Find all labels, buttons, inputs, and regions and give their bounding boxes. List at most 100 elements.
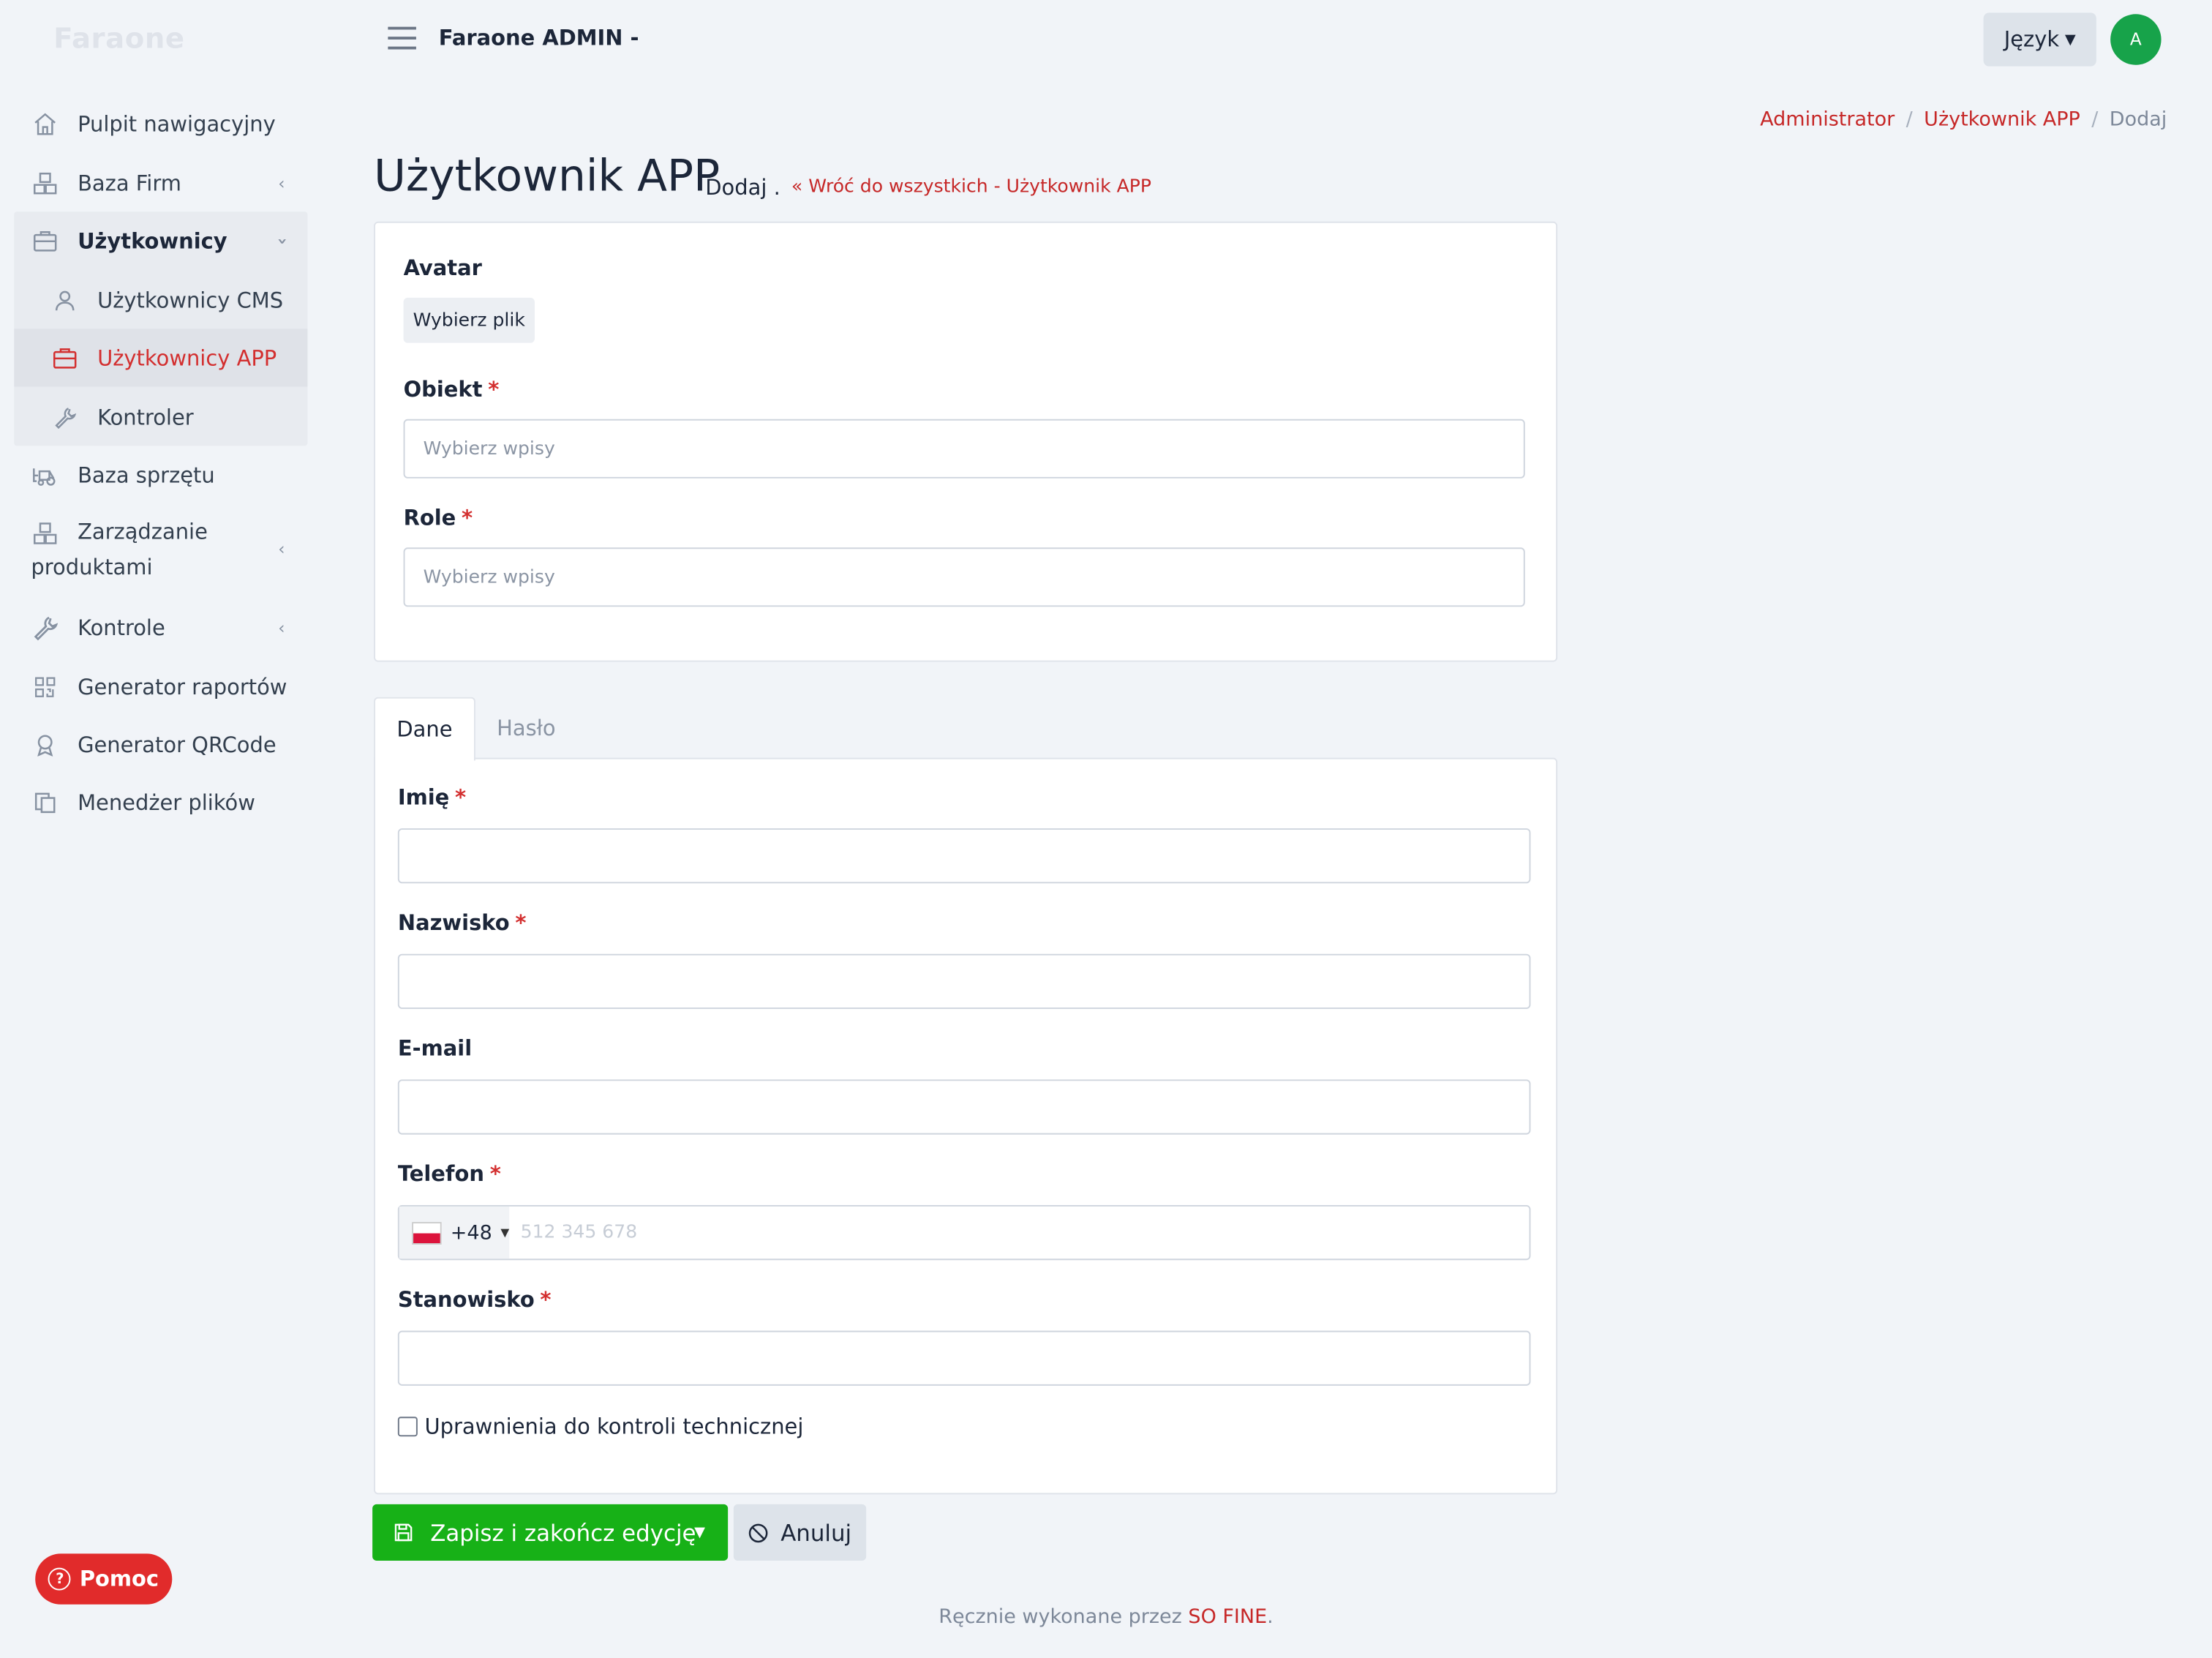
chevron-down-icon: ‹ bbox=[271, 238, 292, 245]
sidebar-item-label: Baza sprzętu bbox=[78, 462, 215, 489]
choose-file-button[interactable]: Wybierz plik bbox=[403, 297, 535, 343]
tab-dane[interactable]: Dane bbox=[374, 697, 475, 761]
sidebar-item-qrcode[interactable]: Generator QRCode bbox=[31, 729, 307, 760]
page: Faraone Pulpit nawigacyjny Baza Firm ‹ U… bbox=[0, 0, 2212, 1658]
technical-inspection-permission[interactable]: Uprawnienia do kontroli technicznej bbox=[397, 1414, 804, 1440]
sidebar-item-label: Użytkownicy APP bbox=[97, 345, 277, 372]
role-select[interactable]: Wybierz wpisy bbox=[403, 547, 1525, 607]
email-input[interactable] bbox=[397, 1079, 1531, 1135]
first-name-label: Imię * bbox=[398, 784, 466, 810]
required-mark: * bbox=[515, 909, 527, 936]
question-icon: ? bbox=[48, 1567, 72, 1591]
object-label-text: Obiekt bbox=[403, 376, 483, 402]
forklift-icon bbox=[31, 462, 59, 490]
role-select-placeholder: Wybierz wpisy bbox=[423, 566, 555, 588]
breadcrumb-separator: / bbox=[1906, 108, 1913, 132]
sidebar-item-equipment[interactable]: Baza sprzętu bbox=[31, 460, 307, 491]
footer-end: . bbox=[1267, 1605, 1274, 1629]
checkbox-label: Uprawnienia do kontroli technicznej bbox=[424, 1414, 804, 1440]
sidebar-item-users[interactable]: Użytkownicy ‹ bbox=[31, 226, 307, 257]
avatar-label: Avatar bbox=[403, 255, 482, 281]
sidebar-item-label: Zarządzanie produktami bbox=[31, 519, 208, 580]
caret-down-icon: ▼ bbox=[500, 1226, 510, 1239]
sidebar-item-label: Generator QRCode bbox=[78, 732, 276, 758]
app-title: Faraone ADMIN - bbox=[438, 25, 639, 51]
sidebar-item-products[interactable]: Zarządzanie produktami ‹ bbox=[31, 519, 307, 582]
sidebar-item-label: Kontroler bbox=[97, 405, 194, 431]
breadcrumb: Administrator / Użytkownik APP / Dodaj bbox=[1760, 108, 2167, 131]
save-and-finish-button[interactable]: Zapisz i zakończ edycję ▼ bbox=[372, 1504, 729, 1561]
footer-brand-link[interactable]: SO FINE bbox=[1188, 1606, 1267, 1629]
help-button-label: Pomoc bbox=[79, 1566, 159, 1592]
qr-icon bbox=[31, 673, 59, 702]
sidebar-item-companies[interactable]: Baza Firm ‹ bbox=[31, 168, 307, 198]
chevron-left-icon: ‹ bbox=[278, 618, 285, 638]
last-name-label: Nazwisko * bbox=[398, 910, 527, 936]
required-mark: * bbox=[488, 376, 500, 402]
save-options-dropdown[interactable]: ▼ bbox=[672, 1504, 728, 1561]
sidebar-item-label: Użytkownicy CMS bbox=[97, 288, 284, 314]
required-mark: * bbox=[489, 1161, 501, 1187]
sidebar-item-label: Użytkownicy bbox=[78, 228, 227, 255]
language-label: Język bbox=[2004, 26, 2060, 53]
sidebar-item-users-cms[interactable]: Użytkownicy CMS bbox=[50, 285, 327, 316]
tab-haslo[interactable]: Hasło bbox=[475, 697, 577, 759]
page-title: Użytkownik APP bbox=[374, 151, 721, 202]
ban-icon bbox=[748, 1522, 770, 1543]
wrench-icon bbox=[31, 614, 59, 642]
breadcrumb-item-current: Dodaj bbox=[2109, 108, 2167, 132]
last-name-input[interactable] bbox=[397, 953, 1531, 1009]
brand-logo[interactable]: Faraone bbox=[53, 21, 184, 55]
object-label: Obiekt * bbox=[404, 377, 500, 402]
breadcrumb-item-users-app[interactable]: Użytkownik APP bbox=[1924, 108, 2080, 131]
cancel-button-label: Anuluj bbox=[780, 1519, 852, 1546]
page-subtitle: Dodaj . bbox=[705, 175, 780, 200]
avatar[interactable]: A bbox=[2110, 14, 2162, 65]
technical-inspection-checkbox[interactable] bbox=[397, 1417, 418, 1437]
sidebar-item-users-app[interactable]: Użytkownicy APP bbox=[50, 343, 327, 374]
briefcase-icon bbox=[50, 345, 79, 373]
sidebar-item-files[interactable]: Menedżer plików bbox=[31, 787, 307, 818]
wrench-icon bbox=[50, 404, 79, 432]
floppy-disk-icon bbox=[394, 1523, 413, 1542]
breadcrumb-separator: / bbox=[2091, 108, 2099, 132]
cancel-button[interactable]: Anuluj bbox=[733, 1504, 867, 1561]
country-code-select[interactable]: +48 ▼ bbox=[399, 1206, 510, 1259]
help-button[interactable]: ? Pomoc bbox=[35, 1553, 173, 1605]
sidebar-item-reports[interactable]: Generator raportów bbox=[31, 672, 307, 702]
required-mark: * bbox=[461, 505, 473, 531]
country-code: +48 bbox=[450, 1221, 492, 1245]
role-label: Role * bbox=[404, 505, 473, 530]
object-select[interactable]: Wybierz wpisy bbox=[403, 419, 1525, 479]
sidebar-item-label: Baza Firm bbox=[78, 170, 181, 197]
position-input[interactable] bbox=[397, 1330, 1531, 1386]
chevron-left-icon: ‹ bbox=[278, 173, 285, 194]
email-label: E-mail bbox=[397, 1035, 473, 1062]
breadcrumb-item-admin[interactable]: Administrator bbox=[1760, 108, 1895, 131]
first-name-label-text: Imię bbox=[397, 784, 450, 810]
language-dropdown-button[interactable]: Język ▼ bbox=[1983, 12, 2096, 67]
sidebar-item-dashboard[interactable]: Pulpit nawigacyjny bbox=[31, 108, 307, 139]
position-label: Stanowisko * bbox=[398, 1287, 552, 1313]
back-link[interactable]: « Wróć do wszystkich - Użytkownik APP bbox=[791, 176, 1151, 198]
menu-toggle-icon[interactable] bbox=[388, 26, 416, 50]
phone-placeholder: 512 345 678 bbox=[520, 1222, 638, 1244]
last-name-label-text: Nazwisko bbox=[397, 909, 510, 936]
files-icon bbox=[31, 789, 59, 817]
sidebar-item-label: Menedżer plików bbox=[78, 789, 255, 816]
chevron-left-icon: ‹ bbox=[278, 539, 285, 559]
role-label-text: Role bbox=[403, 505, 456, 531]
award-icon bbox=[31, 731, 59, 759]
user-icon bbox=[50, 286, 79, 315]
poland-flag-icon bbox=[412, 1221, 443, 1245]
sidebar-item-controller[interactable]: Kontroler bbox=[50, 402, 327, 433]
double-chevron-left-icon: « bbox=[791, 176, 803, 198]
first-name-input[interactable] bbox=[397, 828, 1531, 884]
briefcase-icon bbox=[31, 227, 59, 255]
position-label-text: Stanowisko bbox=[397, 1286, 535, 1313]
save-button-label: Zapisz i zakończ edycję bbox=[430, 1519, 696, 1546]
sidebar-item-inspections[interactable]: Kontrole ‹ bbox=[31, 612, 307, 643]
home-icon bbox=[31, 110, 59, 138]
phone-input[interactable]: +48 ▼ 512 345 678 bbox=[397, 1204, 1531, 1261]
required-mark: * bbox=[455, 784, 467, 810]
